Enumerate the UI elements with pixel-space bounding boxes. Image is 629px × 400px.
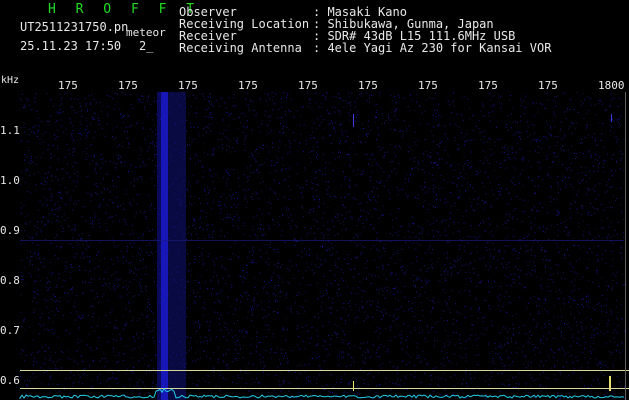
brand-logo: H R O F F T <box>48 2 201 17</box>
plot-right-edge <box>625 92 626 400</box>
meteor-trail-glow <box>157 92 161 400</box>
x-tick: 175 <box>178 79 198 92</box>
noise-field <box>20 92 625 400</box>
level-trace <box>19 387 625 399</box>
marker-line-lower <box>20 388 629 389</box>
x-tick: 175 <box>298 79 318 92</box>
spectrogram <box>19 92 629 400</box>
field-label-antenna: Receiving Antenna <box>179 41 302 55</box>
event-label: meteor <box>126 26 166 39</box>
signal-blip <box>611 114 612 122</box>
x-tick: 175 <box>358 79 378 92</box>
carrier-line <box>20 240 624 241</box>
x-tick: 175 <box>58 79 78 92</box>
x-tick: 175 <box>118 79 138 92</box>
filename: UT2511231750.pn <box>20 20 129 34</box>
datetime: 25.11.23 17:50 <box>20 39 122 53</box>
meteor-trail-fade <box>168 92 186 400</box>
y-tick: 1.0 <box>0 174 20 187</box>
x-tick: 175 <box>478 79 498 92</box>
x-tick: 175 <box>538 79 558 92</box>
y-tick: 0.9 <box>0 224 20 237</box>
y-axis-unit: kHz <box>1 75 20 86</box>
field-value-antenna: : 4ele Yagi Az 230 for Kansai VOR <box>313 41 552 55</box>
x-tick: 175 <box>238 79 258 92</box>
y-tick: 0.8 <box>0 274 20 287</box>
marker-tick <box>609 376 611 391</box>
marker-line-upper <box>20 370 629 371</box>
x-tick: 175 <box>418 79 438 92</box>
signal-blip <box>353 114 354 127</box>
y-tick: 0.6 <box>0 374 20 387</box>
y-tick: 1.1 <box>0 124 20 137</box>
x-tick: 1800 <box>598 79 625 92</box>
y-tick: 0.7 <box>0 324 20 337</box>
count: 2_ <box>139 39 154 53</box>
meteor-trail <box>161 92 168 400</box>
marker-tick <box>353 381 354 391</box>
